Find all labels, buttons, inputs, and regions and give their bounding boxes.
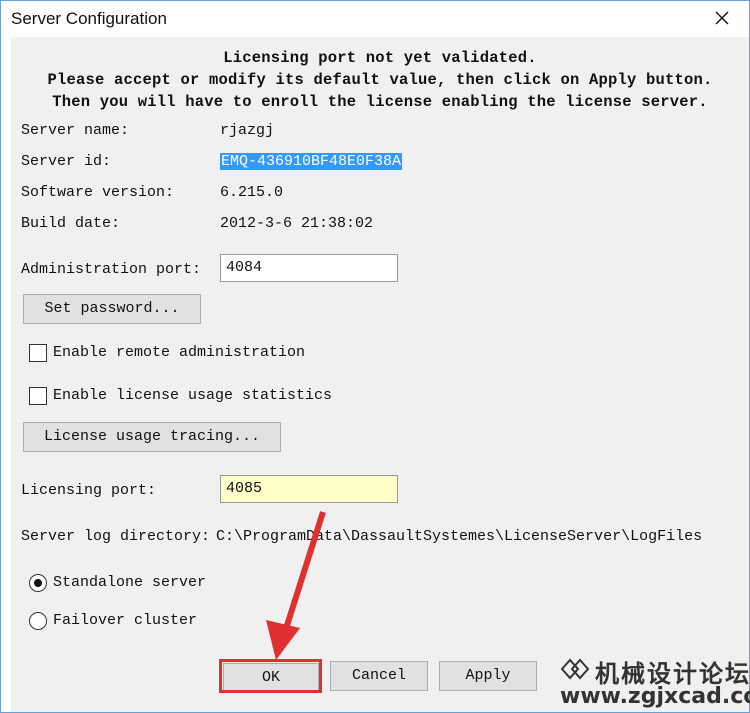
standalone-server-label[interactable]: Standalone server xyxy=(53,574,206,591)
cancel-button[interactable]: Cancel xyxy=(330,661,428,691)
build-date-value: 2012-3-6 21:38:02 xyxy=(220,215,374,232)
failover-cluster-label[interactable]: Failover cluster xyxy=(53,612,197,629)
enable-remote-admin-checkbox[interactable] xyxy=(29,344,47,362)
window-title: Server Configuration xyxy=(11,9,167,28)
notice-line-2: Please accept or modify its default valu… xyxy=(47,71,713,89)
software-version-label: Software version: xyxy=(21,184,175,201)
build-date-label: Build date: xyxy=(21,215,121,232)
enable-usage-stats-checkbox[interactable] xyxy=(29,387,47,405)
server-log-directory-value: C:\ProgramData\DassaultSystemes\LicenseS… xyxy=(216,528,703,545)
server-id-label: Server id: xyxy=(21,153,112,170)
apply-button[interactable]: Apply xyxy=(439,661,537,691)
server-id-value[interactable]: EMQ-436910BF48E0F38A xyxy=(220,153,403,170)
watermark-url: www.zgjxcad.com xyxy=(560,684,750,709)
license-usage-tracing-button[interactable]: License usage tracing... xyxy=(23,422,281,452)
server-id-selected-text[interactable]: EMQ-436910BF48E0F38A xyxy=(220,153,403,170)
notice-line-1: Licensing port not yet validated. xyxy=(223,49,537,67)
administration-port-label: Administration port: xyxy=(21,261,202,278)
standalone-server-radio[interactable] xyxy=(29,574,47,592)
notice-line-3: Then you will have to enroll the license… xyxy=(52,93,708,111)
title-bar: Server Configuration xyxy=(1,1,749,37)
dialog-body: Licensing port not yet validated. Please… xyxy=(11,37,749,712)
server-name-label: Server name: xyxy=(21,122,130,139)
ok-highlight-box xyxy=(219,659,322,693)
server-log-directory-label: Server log directory: xyxy=(21,528,211,545)
set-password-button[interactable]: Set password... xyxy=(23,294,201,324)
enable-usage-stats-label[interactable]: Enable license usage statistics xyxy=(53,387,332,404)
licensing-port-input[interactable]: 4085 xyxy=(220,475,398,503)
software-version-value: 6.215.0 xyxy=(220,184,284,201)
server-configuration-dialog: Server Configuration Licensing port not … xyxy=(0,0,750,713)
administration-port-input[interactable]: 4084 xyxy=(220,254,398,282)
forum-logo-icon xyxy=(560,658,590,680)
licensing-port-label: Licensing port: xyxy=(21,482,157,499)
enable-remote-admin-label[interactable]: Enable remote administration xyxy=(53,344,305,361)
failover-cluster-radio[interactable] xyxy=(29,612,47,630)
close-icon[interactable] xyxy=(709,5,735,31)
server-name-value: rjazgj xyxy=(220,122,275,139)
